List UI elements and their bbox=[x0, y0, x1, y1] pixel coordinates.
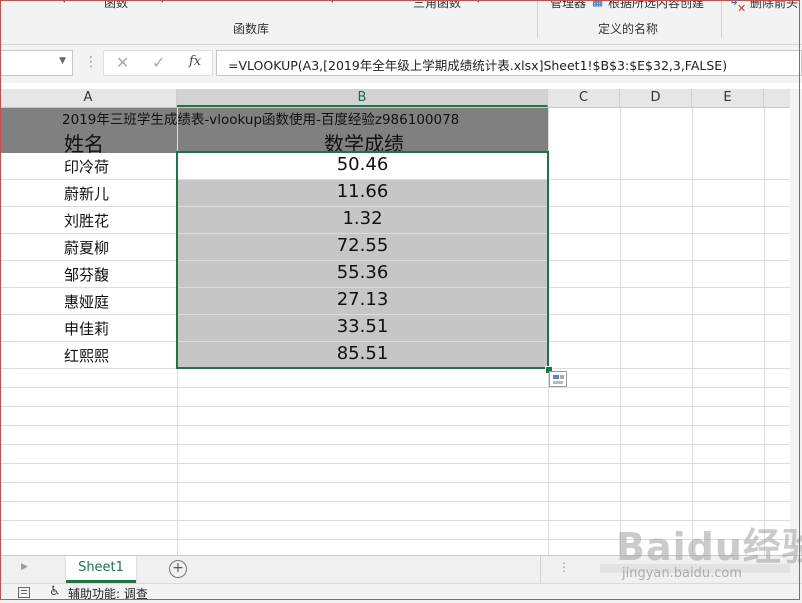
screenshot-frame bbox=[0, 0, 800, 600]
